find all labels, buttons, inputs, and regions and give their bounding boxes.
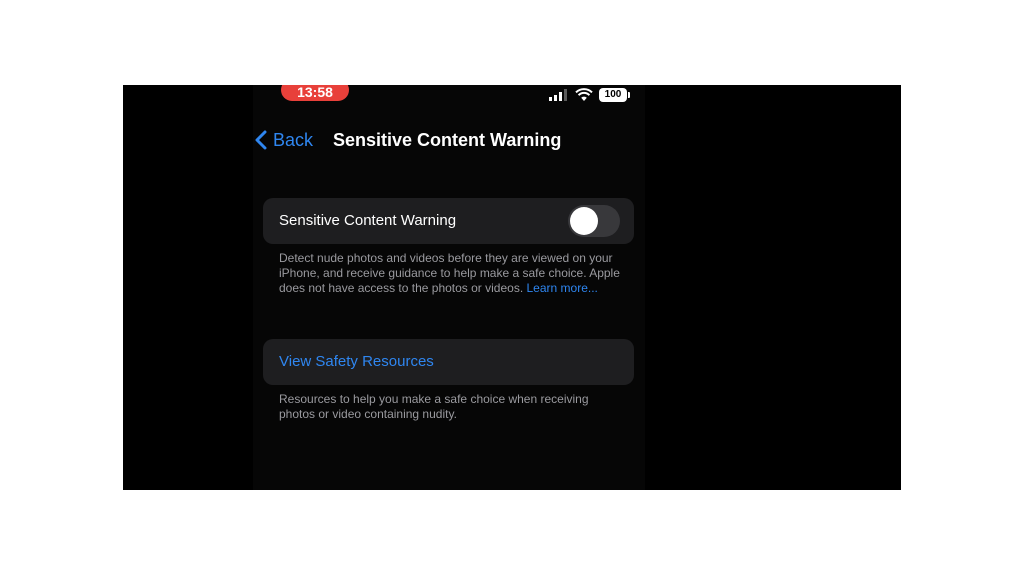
navigation-bar: Back Sensitive Content Warning [253,127,645,153]
video-frame: 13:58 100 Back Sensitive Content Warning… [123,85,901,490]
status-time: 13:58 [281,85,349,101]
toggle-knob [570,207,598,235]
sensitive-content-toggle-label: Sensitive Content Warning [279,212,457,229]
resources-footer-text: Resources to help you make a safe choice… [279,392,589,421]
cellular-signal-icon [549,89,567,101]
battery-icon: 100 [599,88,630,102]
back-label: Back [273,129,314,150]
sensitive-content-toggle[interactable] [568,205,620,237]
chevron-left-icon [255,130,267,150]
back-button[interactable]: Back [255,127,313,153]
status-icons: 100 [549,87,630,103]
wifi-icon [575,88,593,101]
safety-resources-group[interactable]: View Safety Resources [263,339,634,385]
sensitive-content-group: Sensitive Content Warning [263,198,634,244]
phone-screen: 13:58 100 Back Sensitive Content Warning… [253,85,645,490]
toggle-footer-text: Detect nude photos and videos before the… [279,251,624,296]
page-title: Sensitive Content Warning [333,130,562,150]
view-safety-resources-link[interactable]: View Safety Resources [279,339,434,385]
learn-more-link[interactable]: Learn more... [527,281,598,295]
